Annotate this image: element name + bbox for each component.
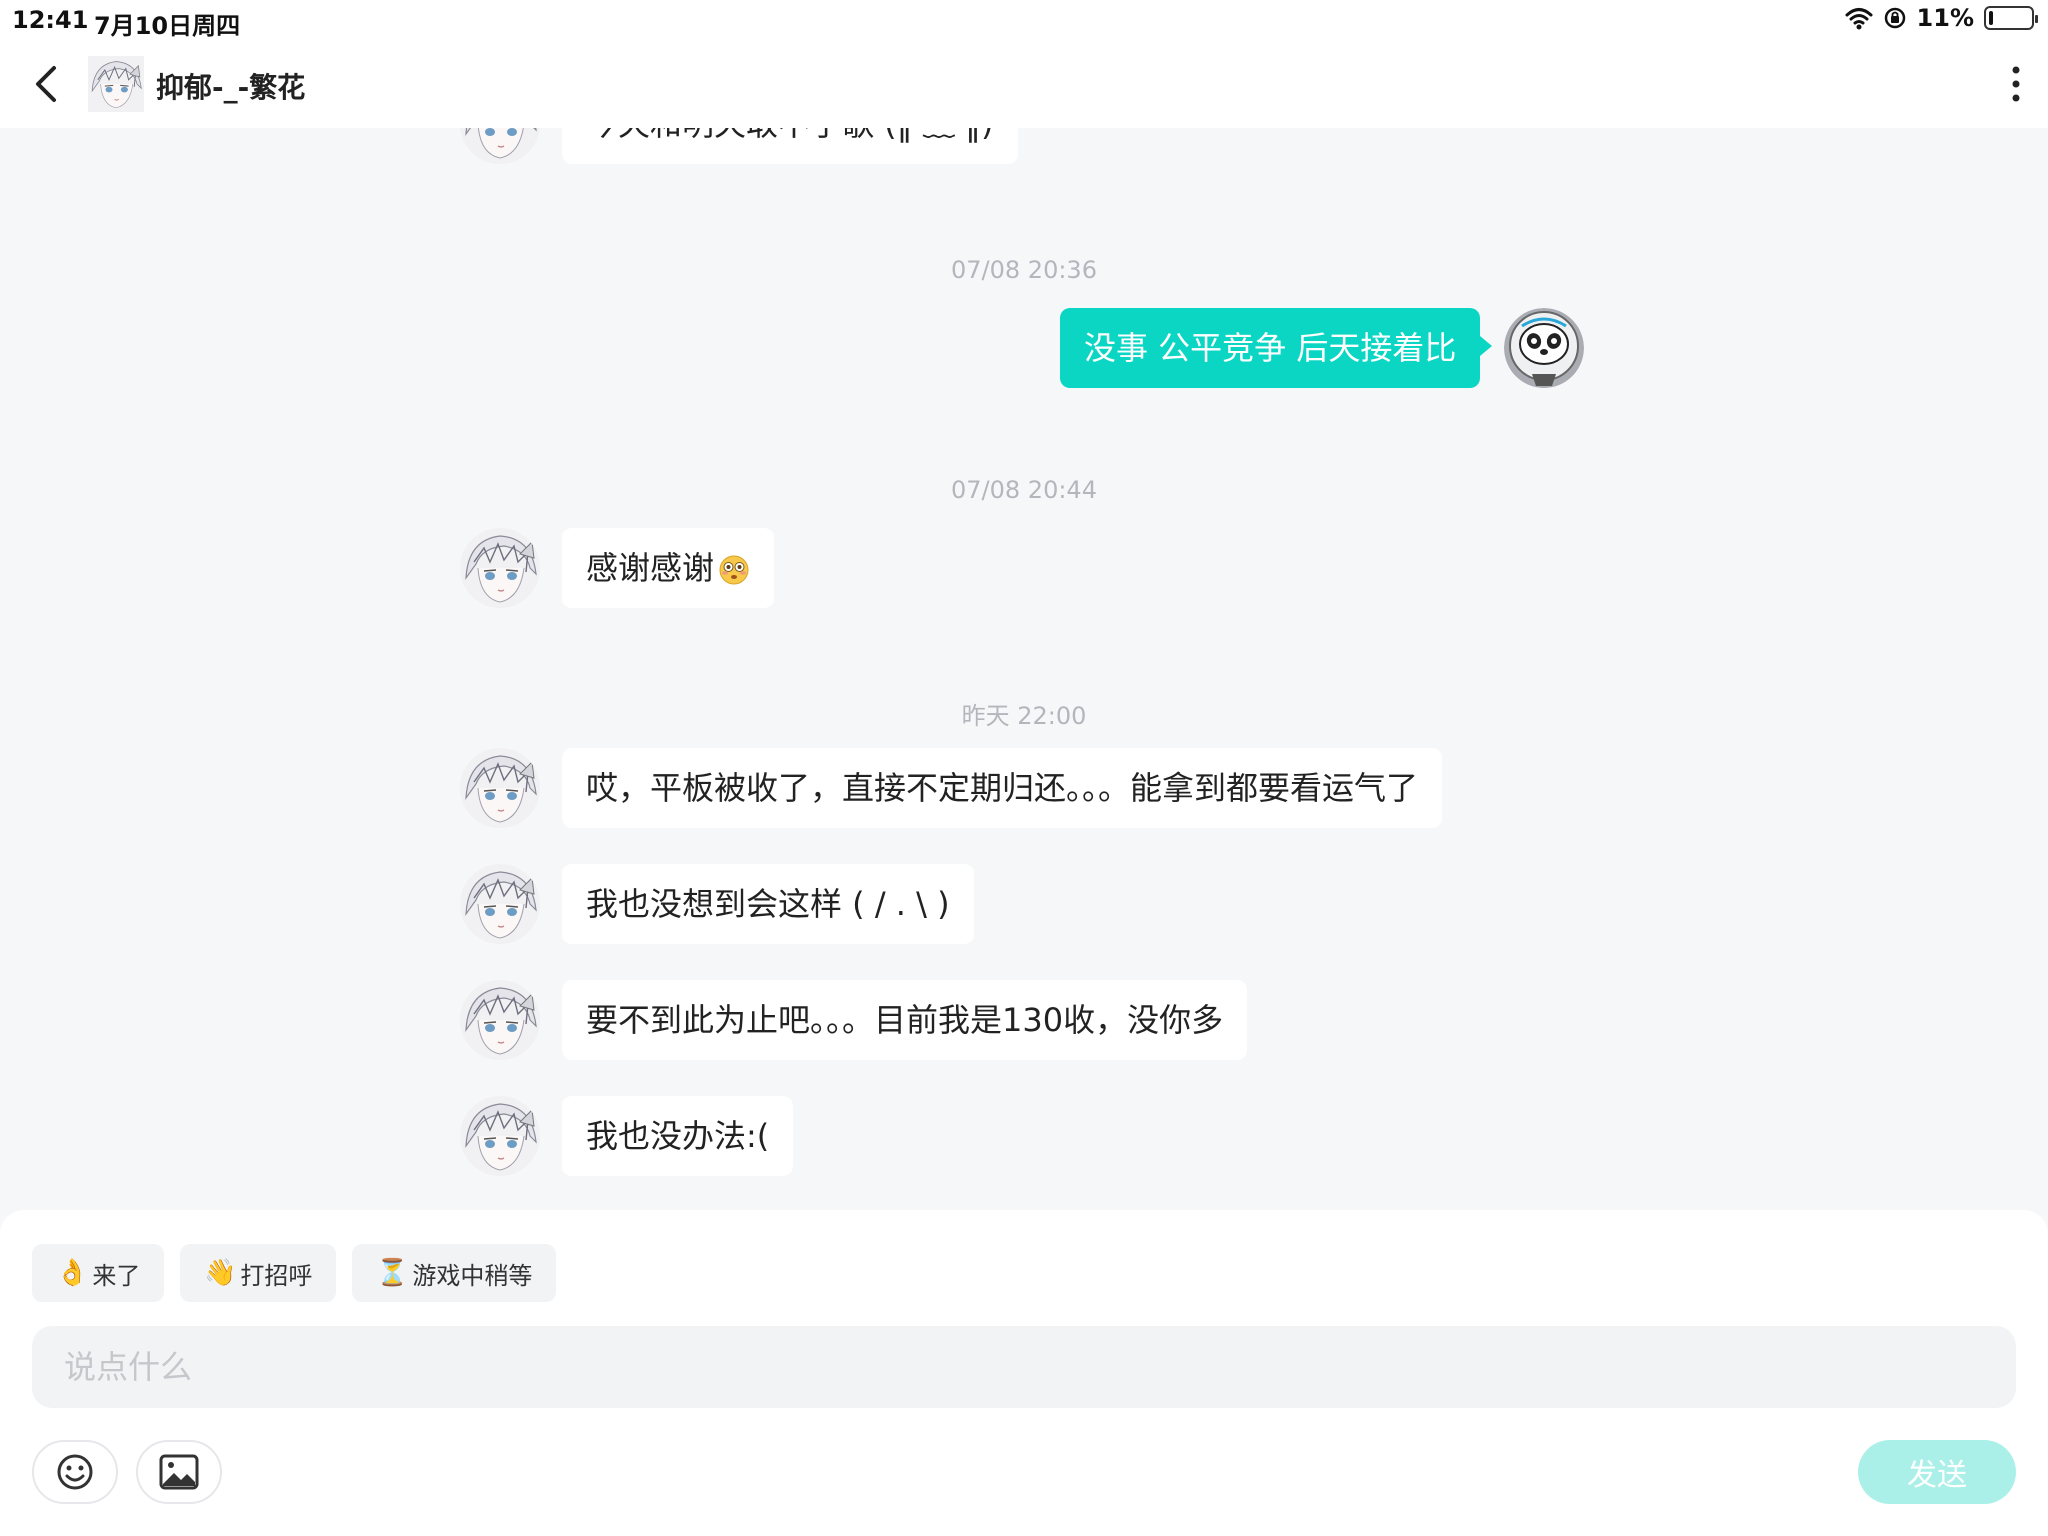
battery-icon (1984, 6, 2038, 30)
message-incoming: 要不到此为止吧。。。目前我是130收，没你多 (460, 980, 1248, 1060)
emoji-button[interactable] (32, 1440, 118, 1504)
avatar[interactable] (460, 748, 540, 828)
hourglass-icon: ⏳ (376, 1258, 409, 1288)
message-incoming: 感谢感谢 (460, 528, 775, 608)
message-bubble[interactable]: 没事 公平竞争 后天接着比 (1060, 308, 1493, 388)
message-list[interactable]: 今天和明天取不了歌 (‖ ﹏ ‖) 07/08 20:36 没事 公平竞争 后天… (0, 128, 2048, 1210)
wifi-icon (1845, 8, 1873, 30)
message-input[interactable] (32, 1326, 2016, 1408)
battery-percent: 11% (1916, 4, 1974, 32)
message-bubble[interactable]: 感谢感谢 (562, 528, 775, 608)
image-icon (159, 1454, 199, 1490)
more-vertical-icon[interactable] (2004, 64, 2028, 104)
emoji-icon (57, 1454, 93, 1490)
status-right: 11% (1845, 4, 2038, 32)
avatar[interactable] (460, 864, 540, 944)
chat-header: 抑郁-_-繁花 (0, 40, 2048, 128)
timestamp: 07/08 20:36 (951, 256, 1097, 284)
ok-hand-icon: 👌 (56, 1258, 89, 1288)
message-bubble[interactable]: 要不到此为止吧。。。目前我是130收，没你多 (562, 980, 1248, 1060)
avatar[interactable] (460, 980, 540, 1060)
quick-reply-greet[interactable]: 👋 打招呼 (180, 1244, 337, 1302)
message-bubble[interactable]: 哎，平板被收了，直接不定期归还。。。能拿到都要看运气了 (562, 748, 1443, 828)
flushed-face-emoji-icon (719, 555, 749, 585)
page-title: 抑郁-_-繁花 (156, 71, 306, 104)
message-incoming: 我也没办法:( (460, 1096, 794, 1176)
quick-reply-label: 游戏中稍等 (412, 1261, 533, 1290)
status-date: 7月10日周四 (94, 12, 241, 40)
avatar[interactable] (460, 1096, 540, 1176)
orientation-lock-icon (1884, 7, 1905, 29)
message-incoming: 哎，平板被收了，直接不定期归还。。。能拿到都要看运气了 (460, 748, 1443, 828)
message-outgoing: 没事 公平竞争 后天接着比 (1060, 308, 1585, 388)
message-bubble[interactable]: 我也没想到会这样 ( / . \ ) (562, 864, 974, 944)
quick-reply-label: 来了 (92, 1261, 141, 1290)
waving-hand-icon: 👋 (204, 1258, 237, 1288)
quick-reply-label: 打招呼 (240, 1261, 313, 1290)
avatar[interactable] (460, 528, 540, 608)
message-bubble[interactable]: 我也没办法:( (562, 1096, 794, 1176)
timestamp: 昨天 22:00 (961, 702, 1087, 730)
status-time: 12:41 (12, 6, 89, 34)
message-text: 感谢感谢 (586, 549, 715, 587)
composer-panel: 👌 来了 👋 打招呼 ⏳ 游戏中稍等 发送 (0, 1210, 2048, 1536)
message-incoming: 我也没想到会这样 ( / . \ ) (460, 864, 974, 944)
image-button[interactable] (136, 1440, 222, 1504)
avatar[interactable] (88, 56, 144, 112)
send-button[interactable]: 发送 (1858, 1440, 2016, 1504)
avatar[interactable] (1504, 308, 1585, 388)
quick-reply-wait[interactable]: ⏳ 游戏中稍等 (352, 1244, 557, 1302)
status-bar: 12:41 7月10日周四 11% (0, 0, 2048, 40)
message-incoming: 今天和明天取不了歌 (‖ ﹏ ‖) (460, 128, 1018, 164)
battery-fill (1989, 11, 1994, 25)
timestamp: 07/08 20:44 (951, 476, 1097, 504)
message-bubble[interactable]: 今天和明天取不了歌 (‖ ﹏ ‖) (562, 128, 1018, 164)
quick-reply-laile[interactable]: 👌 来了 (32, 1244, 165, 1302)
back-icon[interactable] (28, 62, 68, 106)
avatar[interactable] (460, 128, 540, 164)
